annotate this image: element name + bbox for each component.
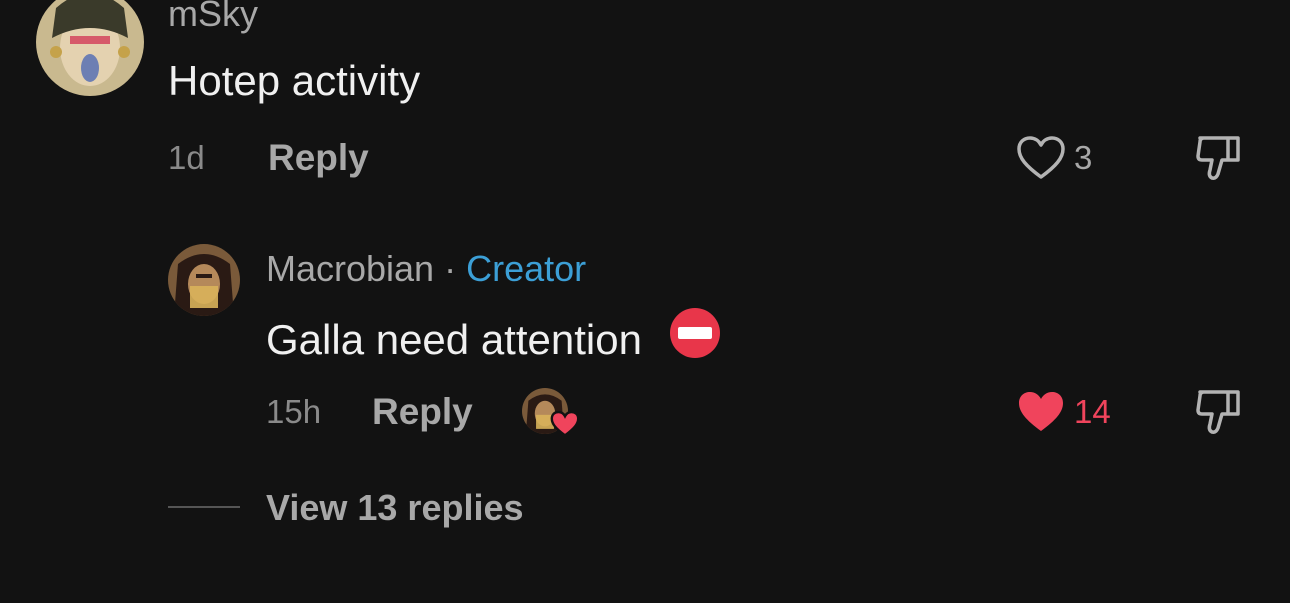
comment1-time: 1d (168, 139, 205, 176)
comment2-like-count: 14 (1074, 393, 1111, 430)
avatar-macrobian[interactable] (168, 244, 240, 316)
comment2-text-line: Galla need attention (266, 308, 722, 376)
no-entry-icon (669, 308, 720, 358)
comment2-reply-button[interactable]: Reply (372, 390, 473, 434)
thumbs-down-icon (1196, 136, 1240, 180)
comment1-text: Hotep activity (168, 57, 421, 104)
comment1-dislike-button[interactable] (1196, 134, 1242, 182)
comment2-like-button[interactable]: 14 (1016, 388, 1111, 436)
creator-liked-indicator (522, 388, 580, 438)
heart-outline-icon (1017, 136, 1065, 179)
heart-filled-icon (1019, 392, 1063, 431)
comment2-dislike-button[interactable] (1196, 388, 1242, 436)
name-separator: · (444, 248, 457, 289)
comment1-reply-button[interactable]: Reply (268, 136, 369, 180)
comment2-time: 15h (266, 393, 322, 430)
no-entry-emoji (668, 306, 722, 372)
comment2-author-line: Macrobian · Creator (266, 248, 586, 290)
small-heart-icon (550, 410, 580, 437)
comment1-like-button[interactable]: 3 (1016, 134, 1092, 182)
thumbs-down-icon (1196, 390, 1240, 434)
comment1-like-count: 3 (1074, 139, 1093, 176)
comment2-text: Galla need attention (266, 316, 642, 364)
replies-divider-line (168, 506, 240, 508)
creator-badge: Creator (466, 248, 587, 289)
view-replies-button[interactable]: View 13 replies (266, 486, 524, 530)
comment1-username[interactable]: mSky (168, 0, 258, 34)
avatar-msky-image (36, 0, 144, 96)
comment2-username[interactable]: Macrobian (266, 248, 434, 289)
avatar-macrobian-image (168, 244, 240, 316)
avatar-msky[interactable] (36, 0, 144, 96)
